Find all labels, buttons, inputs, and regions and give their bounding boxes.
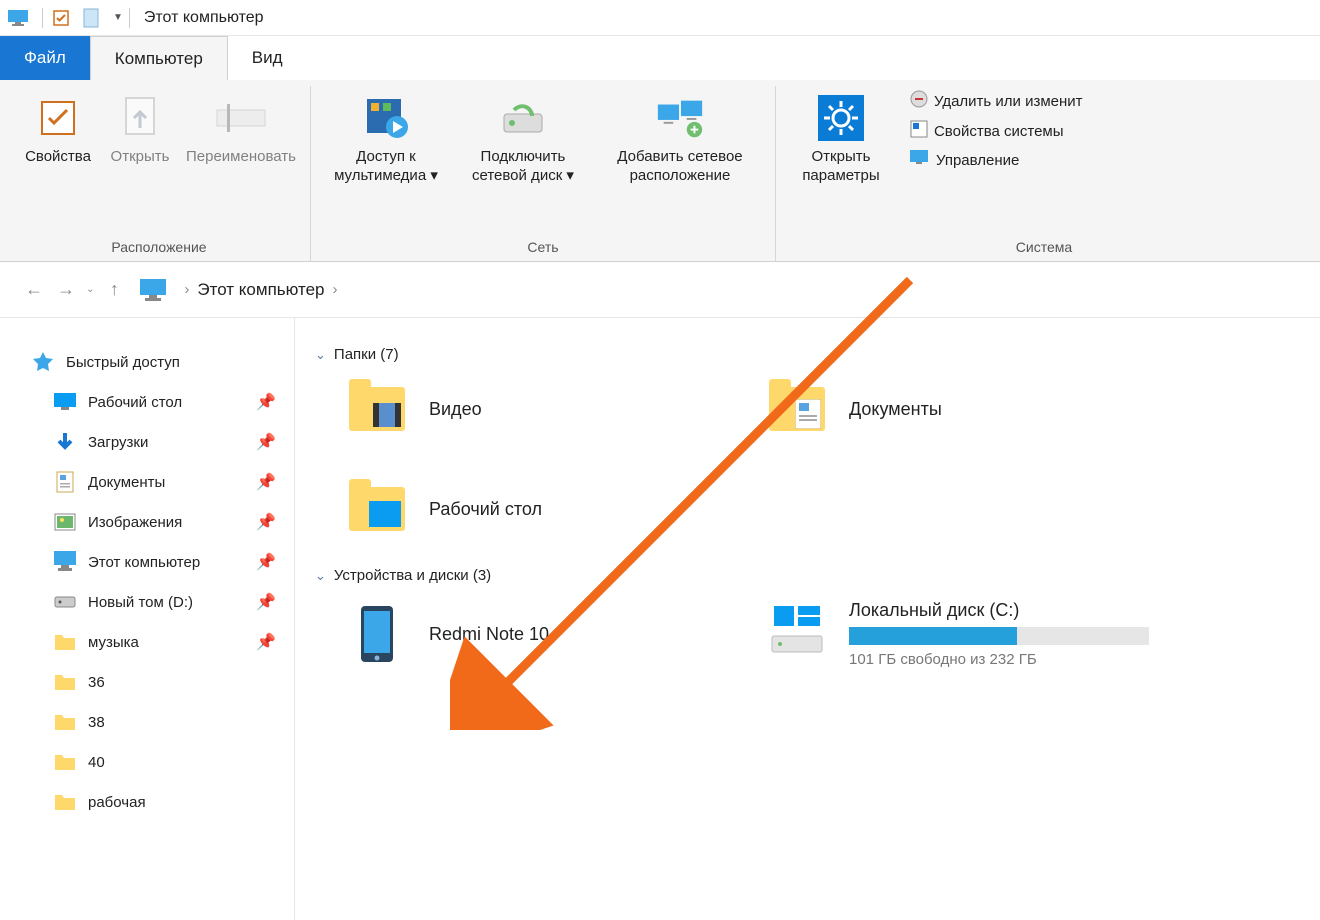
folder-icon: [52, 750, 78, 774]
window-icon: [6, 6, 30, 30]
sidebar-item[interactable]: 38: [30, 702, 286, 742]
pin-icon: 📌: [256, 472, 276, 492]
documents-icon: [52, 470, 78, 494]
chevron-down-icon: ⌄: [315, 568, 326, 584]
properties-icon: [32, 92, 84, 144]
uninstall-icon: [910, 90, 928, 112]
folder-icon: [52, 710, 78, 734]
rename-button[interactable]: Переименовать: [182, 86, 300, 233]
ribbon-group-location: Свойства Открыть Переименовать Расположе…: [8, 86, 311, 261]
sidebar-item[interactable]: 36: [30, 662, 286, 702]
section-folders[interactable]: ⌄ Папки (7): [315, 346, 1300, 363]
sidebar-item[interactable]: Этот компьютер📌: [30, 542, 286, 582]
group-label-location: Расположение: [111, 233, 206, 261]
sidebar-item[interactable]: 40: [30, 742, 286, 782]
tab-computer[interactable]: Компьютер: [90, 36, 228, 80]
back-button[interactable]: ←: [18, 274, 50, 306]
open-settings-button[interactable]: Открыть параметры: [786, 86, 896, 233]
device-phone[interactable]: Redmi Note 10: [345, 600, 705, 668]
phone-icon: [345, 604, 409, 664]
pin-icon: 📌: [256, 632, 276, 652]
ribbon-group-network: Доступ к мультимедиа ▾ Подключить сетево…: [311, 86, 776, 261]
settings-gear-icon: [815, 92, 867, 144]
properties-button[interactable]: Свойства: [18, 86, 98, 233]
up-button[interactable]: ↑: [98, 274, 130, 306]
ribbon-group-system: Открыть параметры Удалить или изменит Св…: [776, 86, 1312, 261]
drive-icon: [52, 590, 78, 614]
qat-new-icon[interactable]: [79, 6, 103, 30]
manage-button[interactable]: Управление: [910, 150, 1083, 170]
pc-icon: [52, 550, 78, 574]
breadcrumb-arrow-icon[interactable]: ›: [333, 281, 338, 298]
rename-icon: [215, 92, 267, 144]
forward-button[interactable]: →: [50, 274, 82, 306]
folder-documents[interactable]: Документы: [765, 379, 1125, 439]
folder-icon: [765, 379, 829, 439]
sidebar-item[interactable]: музыка📌: [30, 622, 286, 662]
folder-desktop[interactable]: Рабочий стол: [345, 479, 705, 539]
sidebar-item[interactable]: Новый том (D:)📌: [30, 582, 286, 622]
desktop-icon: [52, 390, 78, 414]
tab-file[interactable]: Файл: [0, 36, 90, 80]
sidebar-quick-access[interactable]: Быстрый доступ: [30, 342, 286, 382]
sidebar: Быстрый доступ Рабочий стол📌Загрузки📌Док…: [0, 318, 295, 920]
folder-icon: [52, 670, 78, 694]
add-location-icon: [654, 92, 706, 144]
quick-access-icon: [30, 350, 56, 374]
pin-icon: 📌: [256, 392, 276, 412]
qat-properties-icon[interactable]: [49, 6, 73, 30]
pin-icon: 📌: [256, 432, 276, 452]
title-bar: ▼ Этот компьютер: [0, 0, 1320, 36]
map-drive-icon: [497, 92, 549, 144]
chevron-down-icon: ⌄: [315, 347, 326, 363]
separator: [129, 8, 130, 28]
device-local-disk[interactable]: Локальный диск (C:) 101 ГБ свободно из 2…: [765, 600, 1149, 668]
pc-icon: [140, 279, 166, 301]
folder-icon: [345, 379, 409, 439]
address-bar: ← → ⌄ ↑ › Этот компьютер ›: [0, 262, 1320, 318]
ribbon: Свойства Открыть Переименовать Расположе…: [0, 80, 1320, 262]
manage-icon: [910, 150, 930, 170]
qat-dropdown-icon[interactable]: ▼: [113, 12, 123, 23]
pictures-icon: [52, 510, 78, 534]
group-label-network: Сеть: [527, 233, 558, 261]
pin-icon: 📌: [256, 552, 276, 572]
media-icon: [360, 92, 412, 144]
drive-icon: [765, 600, 829, 660]
download-icon: [52, 430, 78, 454]
sidebar-item[interactable]: рабочая: [30, 782, 286, 822]
history-dropdown[interactable]: ⌄: [86, 284, 94, 295]
content-pane: ⌄ Папки (7) Видео Документы Рабочий ст: [295, 318, 1320, 920]
folder-icon: [345, 479, 409, 539]
main-body: Быстрый доступ Рабочий стол📌Загрузки📌Док…: [0, 318, 1320, 920]
window-title: Этот компьютер: [144, 9, 264, 27]
media-access-button[interactable]: Доступ к мультимедиа ▾: [321, 86, 451, 233]
open-icon: [114, 92, 166, 144]
sidebar-item[interactable]: Документы📌: [30, 462, 286, 502]
add-network-location-button[interactable]: Добавить сетевое расположение: [595, 86, 765, 233]
system-properties-button[interactable]: Свойства системы: [910, 120, 1083, 142]
uninstall-button[interactable]: Удалить или изменит: [910, 90, 1083, 112]
pin-icon: 📌: [256, 592, 276, 612]
ribbon-tabs: Файл Компьютер Вид: [0, 36, 1320, 80]
breadcrumb-arrow-icon[interactable]: ›: [184, 281, 189, 298]
sidebar-item[interactable]: Изображения📌: [30, 502, 286, 542]
sidebar-item[interactable]: Загрузки📌: [30, 422, 286, 462]
map-drive-button[interactable]: Подключить сетевой диск ▾: [453, 86, 593, 233]
tab-view[interactable]: Вид: [228, 36, 307, 80]
open-button[interactable]: Открыть: [100, 86, 180, 233]
disk-usage-bar: [849, 627, 1149, 645]
pin-icon: 📌: [256, 512, 276, 532]
sidebar-item[interactable]: Рабочий стол📌: [30, 382, 286, 422]
folder-icon: [52, 790, 78, 814]
folder-videos[interactable]: Видео: [345, 379, 705, 439]
folder-icon: [52, 630, 78, 654]
breadcrumb-location[interactable]: Этот компьютер: [197, 280, 324, 300]
separator: [42, 8, 43, 28]
sysprops-icon: [910, 120, 928, 142]
group-label-system: Система: [1016, 233, 1072, 261]
section-devices[interactable]: ⌄ Устройства и диски (3): [315, 567, 1300, 584]
